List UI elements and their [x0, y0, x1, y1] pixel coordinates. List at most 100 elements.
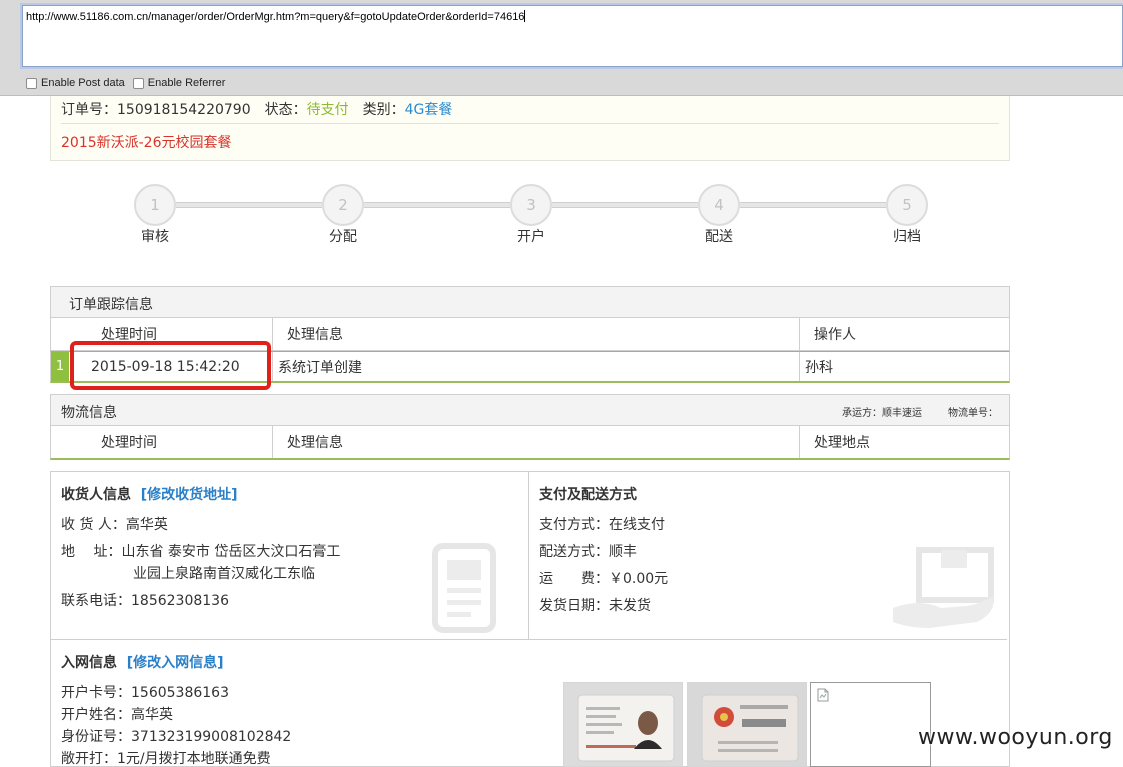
id-card-front-image[interactable] — [563, 682, 683, 767]
plan-label: 敞开打： — [61, 751, 117, 767]
card-label: 开户卡号： — [61, 685, 131, 701]
document-icon — [432, 543, 496, 633]
enable-referrer-checkbox[interactable] — [132, 77, 144, 89]
order-category: 4G套餐 — [404, 102, 453, 118]
step-1-label: 审核 — [141, 229, 169, 245]
order-package: 2015新沃派-26元校园套餐 — [61, 135, 232, 151]
ship-date-label: 发货日期： — [539, 598, 609, 614]
freight-label: 运 费： — [539, 571, 609, 587]
pay-method-row: 支付方式：在线支付 — [539, 514, 665, 536]
step-2-circle: 2 — [322, 184, 364, 226]
step-5-label: 归档 — [893, 229, 921, 245]
logistics-columns: 处理时间 处理信息 处理地点 — [50, 426, 1010, 460]
logistics-carrier: 承运方：顺丰速运 — [842, 408, 922, 419]
col-time: 处理时间 — [101, 435, 157, 451]
enable-post-option[interactable]: Enable Post data — [26, 77, 125, 89]
url-input[interactable]: http://www.51186.com.cn/manager/order/Or… — [22, 5, 1123, 67]
id-card-back-art — [688, 683, 806, 766]
id-label: 身份证号： — [61, 729, 131, 745]
order-meta: 订单号：150918154220790 状态：待支付 类别：4G套餐 — [61, 99, 452, 119]
hackbar-toolbar: http://www.51186.com.cn/manager/order/Or… — [0, 0, 1123, 96]
tracking-header: 订单跟踪信息 — [50, 286, 1010, 318]
receiver-phone-row: 联系电话：18562308136 — [61, 590, 229, 612]
step-5-circle: 5 — [886, 184, 928, 226]
watermark: www.wooyun.org — [918, 725, 1113, 750]
receiver-address-line1: 山东省 泰安市 岱岳区大汶口石膏工 — [121, 544, 341, 560]
logistics-title: 物流信息 — [61, 405, 117, 421]
row-index: 1 — [51, 352, 69, 381]
logistics-header: 物流信息 承运方：顺丰速运 物流单号： — [50, 394, 1010, 426]
order-status: 待支付 — [306, 102, 349, 118]
enable-post-label: Enable Post data — [41, 77, 125, 89]
step-4-circle: 4 — [698, 184, 740, 226]
receiver-title: 收货人信息 — [61, 487, 131, 503]
col-info: 处理信息 — [272, 318, 799, 350]
step-connector — [552, 202, 698, 208]
edit-network-link[interactable]: [修改入网信息] — [127, 655, 224, 671]
col-info: 处理信息 — [272, 426, 799, 458]
pay-method: 在线支付 — [609, 517, 665, 533]
ship-method: 顺丰 — [609, 544, 637, 560]
id-number: 371323199008102842 — [131, 729, 292, 745]
holder-row: 开户姓名：高华英 — [61, 704, 173, 726]
logistics-tracking-no: 物流单号： — [948, 408, 998, 419]
ship-method-label: 配送方式： — [539, 544, 609, 560]
receiver-phone-label: 联系电话： — [61, 593, 131, 609]
order-summary: 订单号：150918154220790 状态：待支付 类别：4G套餐 2015新沃派… — [50, 96, 1010, 161]
divider — [61, 123, 999, 124]
tracking-title: 订单跟踪信息 — [69, 297, 153, 313]
ship-date-row: 发货日期：未发货 — [539, 595, 651, 617]
enable-referrer-option[interactable]: Enable Referrer — [132, 77, 226, 89]
row-info: 系统订单创建 — [272, 352, 799, 381]
id-card-extra-image[interactable] — [810, 682, 931, 767]
step-3-label: 开户 — [517, 229, 545, 245]
order-progress: 1 2 3 4 5 审核 分配 开户 配送 归档 — [0, 180, 1123, 250]
col-location: 处理地点 — [799, 426, 1011, 458]
row-operator: 孙科 — [799, 352, 1011, 381]
receiver-address-label: 地 址： — [61, 544, 122, 560]
card-row: 开户卡号：15605386163 — [61, 682, 229, 704]
step-2-label: 分配 — [329, 229, 357, 245]
edit-address-link[interactable]: [修改收货地址] — [141, 487, 238, 503]
payment-title: 支付及配送方式 — [539, 487, 637, 503]
receiver-phone: 18562308136 — [131, 593, 229, 609]
receiver-name-label: 收 货 人： — [61, 517, 126, 533]
receiver-address-line2: 业园上泉路南首汉威化工东临 — [133, 566, 315, 582]
receiver-name: 高华英 — [125, 517, 168, 533]
enable-post-checkbox[interactable] — [26, 77, 37, 89]
plan-row: 敞开打：1元/月拨打本地联通免费 — [61, 748, 271, 767]
plan-value: 1元/月拨打本地联通免费 — [117, 751, 271, 767]
col-operator: 操作人 — [799, 318, 1011, 350]
order-number-label: 订单号： — [61, 102, 117, 118]
text-caret — [524, 10, 526, 22]
step-connector — [740, 202, 886, 208]
delivery-hand-icon — [893, 547, 994, 628]
order-number: 150918154220790 — [117, 102, 251, 118]
highlight-box — [70, 341, 271, 390]
enable-referrer-label: Enable Referrer — [147, 77, 226, 89]
id-row: 身份证号：371323199008102842 — [61, 726, 291, 748]
options-row: Enable Post data Enable Referrer — [26, 77, 233, 89]
ship-method-row: 配送方式：顺丰 — [539, 541, 637, 563]
network-title: 入网信息 — [61, 655, 117, 671]
card-number: 15605386163 — [131, 685, 229, 701]
network-title-row: 入网信息 [修改入网信息] — [61, 652, 224, 672]
order-category-label: 类别： — [362, 102, 405, 118]
id-card-back-image[interactable] — [687, 682, 807, 767]
step-1-circle: 1 — [134, 184, 176, 226]
freight-row: 运 费：￥0.00元 — [539, 568, 668, 590]
order-status-label: 状态： — [264, 102, 307, 118]
ship-date: 未发货 — [609, 598, 651, 614]
receiver-address-row: 地 址：山东省 泰安市 岱岳区大汶口石膏工业园上泉路南首汉威化工东临 — [61, 541, 340, 585]
step-4-label: 配送 — [705, 229, 733, 245]
payment-panel: 支付及配送方式 支付方式：在线支付 配送方式：顺丰 运 费：￥0.00元 发货日… — [529, 472, 1007, 640]
id-card-front-art — [564, 683, 682, 766]
step-connector — [364, 202, 510, 208]
pay-method-label: 支付方式： — [539, 517, 609, 533]
receiver-name-row: 收 货 人：高华英 — [61, 514, 168, 536]
receiver-panel: 收货人信息 [修改收货地址] 收 货 人：高华英 地 址：山东省 泰安市 岱岳区… — [51, 472, 529, 640]
step-connector — [176, 202, 322, 208]
freight: ￥0.00元 — [609, 571, 669, 587]
broken-image-icon — [817, 688, 829, 702]
holder-name: 高华英 — [131, 707, 173, 723]
